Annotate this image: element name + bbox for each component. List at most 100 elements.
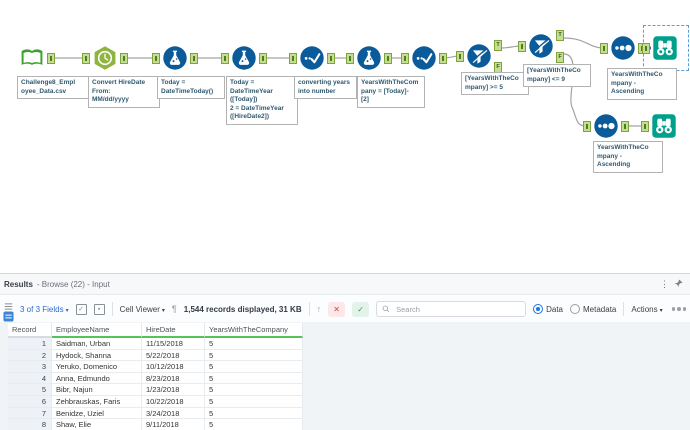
table-cell[interactable]: Shaw, Elie [52,419,142,430]
output-anchor-true[interactable]: T [494,40,502,51]
input-anchor[interactable] [642,43,650,54]
tool-annotation[interactable]: [YearsWithTheCo mpany] >= 5 [461,72,529,95]
tool-annotation[interactable]: Convert HireDate From: MM/dd/yyyy [88,76,160,108]
select-tool-2[interactable] [411,45,437,71]
column-header-record[interactable]: Record [8,323,52,338]
pin-icon[interactable] [673,275,684,293]
tool-annotation[interactable]: converting years into number [294,76,357,99]
sort-tool-2[interactable] [593,113,619,139]
output-anchor[interactable] [47,53,55,64]
table-cell[interactable]: 5 [205,373,303,385]
record-number-cell[interactable]: 1 [8,338,52,350]
actions-dropdown[interactable]: Actions▾ [631,305,662,314]
table-cell[interactable]: 8/23/2018 [142,373,205,385]
table-cell[interactable]: 11/15/2018 [142,338,205,350]
tool-annotation[interactable]: YearsWithTheCo mpany - Ascending [607,68,677,100]
input-anchor[interactable] [583,121,591,132]
cancel-button[interactable]: ✕ [328,302,345,317]
input-anchor[interactable] [221,53,229,64]
input-anchor[interactable] [641,121,649,132]
table-cell[interactable]: 5 [205,338,303,350]
tool-annotation[interactable]: Today = DateTimeToday() [157,76,225,99]
browse-tool-1[interactable] [652,35,678,61]
table-cell[interactable]: Yeruko, Domenico [52,361,142,373]
input-anchor[interactable] [600,43,608,54]
table-cell[interactable]: 9/11/2018 [142,419,205,430]
apply-button[interactable]: ✓ [352,302,369,317]
table-cell[interactable]: Hydock, Shanna [52,350,142,362]
record-number-cell[interactable]: 4 [8,373,52,385]
filter-tool-1[interactable]: TF [466,43,492,69]
metadata-radio[interactable]: Metadata [570,304,616,314]
tool-annotation[interactable]: [YearsWithTheCo mpany] <= 9 [523,64,591,87]
more-options-icon[interactable] [672,307,687,311]
filter-icon [466,43,492,69]
cell-focus-icon[interactable]: ▪ [94,304,105,315]
output-anchor[interactable] [439,53,447,64]
output-anchor[interactable] [120,53,128,64]
input-anchor[interactable] [518,41,526,52]
output-anchor[interactable] [621,121,629,132]
whitespace-toggle-icon[interactable]: ¶ [172,304,177,314]
more-menu-icon[interactable]: ⋮ [656,280,673,289]
fields-selector[interactable]: 3 of 3 Fields▾ [20,305,69,314]
record-number-cell[interactable]: 2 [8,350,52,362]
table-cell[interactable]: 5 [205,419,303,430]
output-anchor[interactable] [327,53,335,64]
search-input[interactable] [394,304,520,315]
table-cell[interactable]: 3/24/2018 [142,408,205,420]
input-anchor[interactable] [289,53,297,64]
input-anchor[interactable] [456,51,464,62]
browse-tool-2[interactable] [651,113,677,139]
input-anchor[interactable] [401,53,409,64]
table-cell[interactable]: 5 [205,350,303,362]
table-cell[interactable]: 5/22/2018 [142,350,205,362]
output-anchor[interactable] [384,53,392,64]
select-icon [299,45,325,71]
table-cell[interactable]: Saidman, Urban [52,338,142,350]
tool-annotation[interactable]: Challenge8_Empl oyee_Data.csv [17,76,95,99]
output-anchor[interactable] [190,53,198,64]
tool-annotation[interactable]: YearsWithTheCom pany = [Today]- [2] [357,76,425,108]
record-number-cell[interactable]: 3 [8,361,52,373]
data-radio[interactable]: Data [533,304,563,314]
table-cell[interactable]: 1/23/2018 [142,384,205,396]
cell-viewer-dropdown[interactable]: Cell Viewer▾ [120,305,165,314]
output-anchor-false[interactable]: F [556,52,564,63]
output-anchor-true[interactable]: T [556,30,564,41]
column-header-employeename[interactable]: EmployeeName [52,323,142,338]
table-cell[interactable]: 5 [205,384,303,396]
table-cell[interactable]: 5 [205,408,303,420]
formula-tool-2[interactable] [231,45,257,71]
table-cell[interactable]: Benidze, Uziel [52,408,142,420]
record-number-cell[interactable]: 7 [8,408,52,420]
formula-tool-3[interactable] [356,45,382,71]
table-cell[interactable]: Zehbrauskas, Faris [52,396,142,408]
column-header-yearswiththecompany[interactable]: YearsWithTheCompany [205,323,303,338]
select-fields-icon[interactable]: ✓ [76,304,87,315]
table-cell[interactable]: 5 [205,361,303,373]
table-cell[interactable]: Bibr, Najun [52,384,142,396]
table-cell[interactable]: 10/22/2018 [142,396,205,408]
record-number-cell[interactable]: 5 [8,384,52,396]
record-number-cell[interactable]: 6 [8,396,52,408]
formula-tool-1[interactable] [162,45,188,71]
table-cell[interactable]: 10/12/2018 [142,361,205,373]
datetime-tool[interactable] [92,45,118,71]
collapse-icon[interactable]: ↑ [317,304,322,314]
column-header-hiredate[interactable]: HireDate [142,323,205,338]
sort-tool-1[interactable] [610,35,636,61]
record-number-cell[interactable]: 8 [8,419,52,430]
tool-annotation[interactable]: Today = DateTimeYear ([Today]) 2 = DateT… [226,76,298,125]
filter-tool-2[interactable]: TF [528,33,554,59]
input-data-tool[interactable] [19,45,45,71]
table-cell[interactable]: Anna, Edmundo [52,373,142,385]
tool-annotation[interactable]: YearsWithTheCo mpany - Ascending [593,141,663,173]
input-anchor[interactable] [152,53,160,64]
input-anchor[interactable] [346,53,354,64]
output-anchor[interactable] [259,53,267,64]
input-anchor[interactable] [82,53,90,64]
select-tool-1[interactable] [299,45,325,71]
table-cell[interactable]: 5 [205,396,303,408]
workflow-canvas[interactable]: TF TF Challenge8_Empl oyee_Data.csvConve… [0,0,690,273]
